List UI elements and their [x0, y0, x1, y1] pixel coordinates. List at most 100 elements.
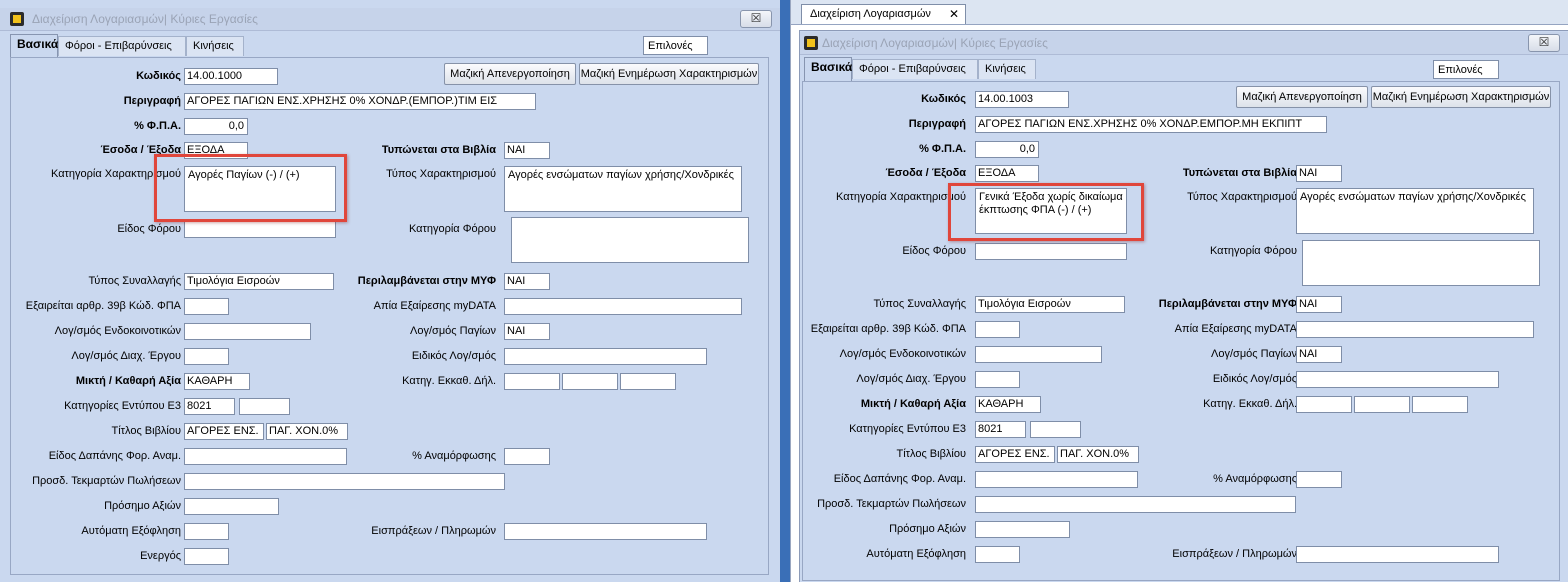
e3-category-field-1[interactable]: 8021	[184, 398, 235, 415]
auto-settlement-label: Αυτόματη Εξόφληση	[81, 525, 181, 537]
book-title-field-2[interactable]: ΠΑΓ. ΧΟΝ.0%	[1057, 446, 1139, 463]
char-type-field[interactable]: Αγορές ενσώματων παγίων χρήσης/Χονδρικές	[504, 166, 742, 212]
tax-category-field[interactable]	[1302, 240, 1540, 286]
included-myf-field[interactable]: ΝΑΙ	[504, 273, 550, 290]
project-account-label: Λογ/σμός Διαχ. Έργου	[856, 373, 966, 385]
receipts-payments-label: Εισπράξεων / Πληρωμών	[1172, 548, 1297, 560]
book-title-field-1[interactable]: ΑΓΟΡΕΣ ΕΝΣ.	[184, 423, 264, 440]
fixed-assets-account-field[interactable]: ΝΑΙ	[504, 323, 550, 340]
options-box[interactable]: Επιλονές	[1433, 60, 1499, 79]
book-title-label: Τίτλος Βιβλίου	[896, 448, 966, 460]
adjustment-percent-label: % Αναμόρφωσης	[412, 450, 496, 462]
char-type-field[interactable]: Αγορές ενσώματων παγίων χρήσης/Χονδρικές	[1296, 188, 1534, 234]
receipts-payments-label: Εισπράξεων / Πληρωμών	[371, 525, 496, 537]
project-account-label: Λογ/σμός Διαχ. Έργου	[71, 350, 181, 362]
printed-in-books-field[interactable]: ΝΑΙ	[1296, 165, 1342, 182]
expense-kind-field[interactable]	[975, 471, 1138, 488]
vat-field[interactable]: 0,0	[184, 118, 248, 135]
tax-kind-field[interactable]	[184, 221, 336, 238]
special-account-field[interactable]	[1296, 371, 1499, 388]
vat-label: % Φ.Π.Α.	[919, 143, 966, 155]
tax-kind-field[interactable]	[975, 243, 1127, 260]
printed-in-books-label: Τυπώνεται στα Βιβλία	[381, 144, 496, 156]
fixed-assets-account-label: Λογ/σμός Παγίων	[1211, 348, 1297, 360]
income-expense-field[interactable]: ΕΞΟΔΑ	[975, 165, 1039, 182]
tab-basic[interactable]: Βασικά	[804, 57, 852, 81]
mass-deactivate-button[interactable]: Μαζική Απενεργοποίηση	[1236, 86, 1368, 108]
mixed-net-value-field[interactable]: ΚΑΘΑΡΗ	[184, 373, 250, 390]
transaction-type-field[interactable]: Τιμολόγια Εισροών	[184, 273, 334, 290]
mixed-net-value-field[interactable]: ΚΑΘΑΡΗ	[975, 396, 1041, 413]
book-title-field-1[interactable]: ΑΓΟΡΕΣ ΕΝΣ.	[975, 446, 1055, 463]
description-field[interactable]: ΑΓΟΡΕΣ ΠΑΓΙΩΝ ΕΝΣ.ΧΡΗΣΗΣ 0% ΧΟΝΔΡ.(ΕΜΠΟΡ…	[184, 93, 536, 110]
included-myf-label: Περιλαμβάνεται στην ΜΥΦ	[1158, 298, 1297, 310]
book-title-field-2[interactable]: ΠΑΓ. ΧΟΝ.0%	[266, 423, 348, 440]
e3-category-field-2[interactable]	[1030, 421, 1081, 438]
printed-in-books-field[interactable]: ΝΑΙ	[504, 142, 550, 159]
project-account-field[interactable]	[975, 371, 1020, 388]
exemption-reason-field[interactable]	[1296, 321, 1534, 338]
special-account-field[interactable]	[504, 348, 707, 365]
exemption-reason-field[interactable]	[504, 298, 742, 315]
window-title: Διαχείριση Λογαριασμών| Κύριες Εργασίες	[822, 36, 1048, 50]
adjustment-percent-field[interactable]	[1296, 471, 1342, 488]
active-label: Ενεργός	[140, 550, 181, 562]
tab-basic[interactable]: Βασικά	[10, 34, 58, 58]
exempt-39b-field[interactable]	[184, 298, 229, 315]
code-label: Κωδικός	[136, 70, 181, 82]
sales-proofs-field[interactable]	[184, 473, 505, 490]
clearance-category-label: Κατηγ. Εκκαθ. Δήλ.	[1203, 398, 1297, 410]
e3-category-field-1[interactable]: 8021	[975, 421, 1026, 438]
vat-field[interactable]: 0,0	[975, 141, 1039, 158]
close-button[interactable]: ☒	[1528, 34, 1560, 52]
description-label: Περιγραφή	[908, 118, 966, 130]
receipts-payments-field[interactable]	[504, 523, 707, 540]
intracommunity-account-field[interactable]	[975, 346, 1102, 363]
code-field[interactable]: 14.00.1003	[975, 91, 1069, 108]
active-field[interactable]	[184, 548, 229, 565]
value-sign-field[interactable]	[975, 521, 1070, 538]
sales-proofs-label: Προσδ. Τεκμαρτών Πωλήσεων	[817, 498, 966, 510]
value-sign-field[interactable]	[184, 498, 279, 515]
auto-settlement-field[interactable]	[184, 523, 229, 540]
clearance-category-field-2[interactable]	[1354, 396, 1410, 413]
transaction-type-field[interactable]: Τιμολόγια Εισροών	[975, 296, 1125, 313]
tab-taxes[interactable]: Φόροι - Επιβαρύνσεις	[58, 36, 186, 56]
close-tab-icon[interactable]: ✕	[949, 5, 959, 24]
transaction-type-label: Τύπος Συναλλαγής	[88, 275, 181, 287]
receipts-payments-field[interactable]	[1296, 546, 1499, 563]
document-tab-label: Διαχείριση Λογαριασμών	[810, 8, 931, 20]
close-button[interactable]: ☒	[740, 10, 772, 28]
code-field[interactable]: 14.00.1000	[184, 68, 278, 85]
clearance-category-field-2[interactable]	[562, 373, 618, 390]
tax-category-field[interactable]	[511, 217, 749, 263]
expense-kind-field[interactable]	[184, 448, 347, 465]
mixed-net-value-label: Μικτή / Καθαρή Αξία	[75, 375, 181, 387]
sales-proofs-field[interactable]	[975, 496, 1296, 513]
exemption-reason-label: Απία Εξαίρεσης myDATA	[1174, 323, 1297, 335]
project-account-field[interactable]	[184, 348, 229, 365]
included-myf-field[interactable]: ΝΑΙ	[1296, 296, 1342, 313]
exempt-39b-field[interactable]	[975, 321, 1020, 338]
mass-deactivate-button[interactable]: Μαζική Απενεργοποίηση	[444, 63, 576, 85]
special-account-label: Ειδικός Λογ/σμός	[1212, 373, 1297, 385]
adjustment-percent-field[interactable]	[504, 448, 550, 465]
right-account-window: Διαχείριση Λογαριασμών ✕ Διαχείριση Λογα…	[790, 0, 1568, 582]
auto-settlement-field[interactable]	[975, 546, 1020, 563]
document-tab[interactable]: Διαχείριση Λογαριασμών ✕	[801, 4, 966, 24]
clearance-category-field-3[interactable]	[620, 373, 676, 390]
mass-update-chars-button[interactable]: Μαζική Ενημέρωση Χαρακτηρισμών	[579, 63, 759, 85]
vat-label: % Φ.Π.Α.	[134, 120, 181, 132]
intracommunity-account-field[interactable]	[184, 323, 311, 340]
clearance-category-field-3[interactable]	[1412, 396, 1468, 413]
description-field[interactable]: ΑΓΟΡΕΣ ΠΑΓΙΩΝ ΕΝΣ.ΧΡΗΣΗΣ 0% ΧΟΝΔΡ.ΕΜΠΟΡ.…	[975, 116, 1327, 133]
tab-taxes[interactable]: Φόροι - Επιβαρύνσεις	[852, 59, 978, 79]
clearance-category-field-1[interactable]	[504, 373, 560, 390]
e3-category-field-2[interactable]	[239, 398, 290, 415]
mass-update-chars-button[interactable]: Μαζική Ενημέρωση Χαρακτηρισμών	[1371, 86, 1551, 108]
tab-movements[interactable]: Κινήσεις	[978, 59, 1036, 79]
options-box[interactable]: Επιλονές	[643, 36, 708, 55]
tab-movements[interactable]: Κινήσεις	[186, 36, 244, 56]
fixed-assets-account-field[interactable]: ΝΑΙ	[1296, 346, 1342, 363]
clearance-category-field-1[interactable]	[1296, 396, 1352, 413]
